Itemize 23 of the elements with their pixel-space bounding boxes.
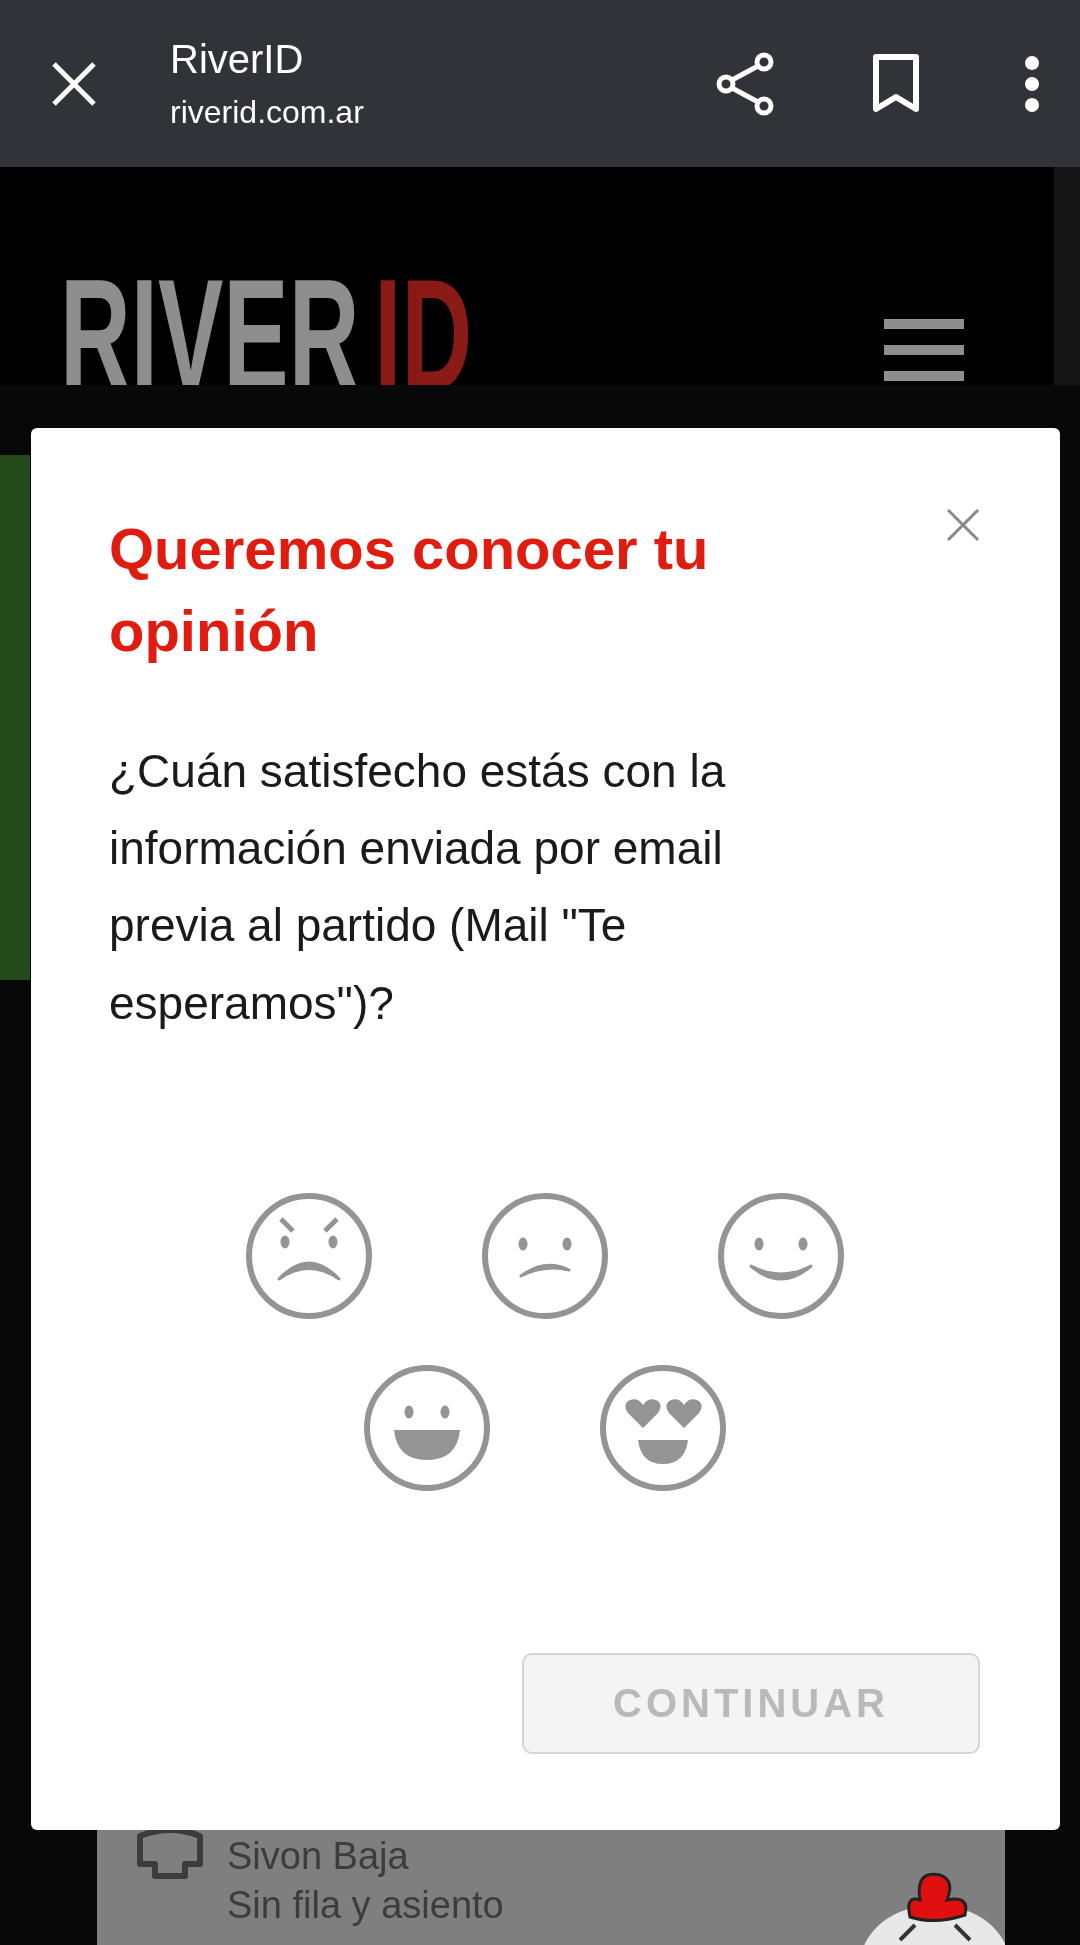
close-icon[interactable] [50,59,98,108]
rating-option[interactable] [598,1363,727,1492]
more-icon[interactable] [1024,55,1040,112]
dialog-title: Queremos conocer tu opinión [109,515,710,666]
section-name: Sivon Baja [227,1835,410,1878]
seat-info: Sin fila y asiento [227,1884,504,1927]
bookmark-icon[interactable] [872,52,920,115]
survey-question: ¿Cuán satisfecho estás con la información enviada por email previa al partido (Mail "Te esperamos")? [109,743,727,1031]
logo-text: RIVER [60,255,360,413]
love-face-icon [598,1363,727,1492]
rating-option[interactable] [362,1363,491,1492]
rating-option[interactable] [716,1191,845,1320]
page-url: riverid.com.ar [170,93,365,131]
logo-accent-text: ID [374,255,473,413]
angry-face-icon [244,1191,373,1320]
rating-option[interactable] [244,1191,373,1320]
seat-icon [137,1827,203,1879]
rating-option[interactable] [480,1191,609,1320]
grin-face-icon [362,1363,491,1492]
smile-face-icon [716,1191,845,1320]
share-icon[interactable] [714,50,776,117]
page-title: RiverID [170,36,305,82]
sad-face-icon [480,1191,609,1320]
